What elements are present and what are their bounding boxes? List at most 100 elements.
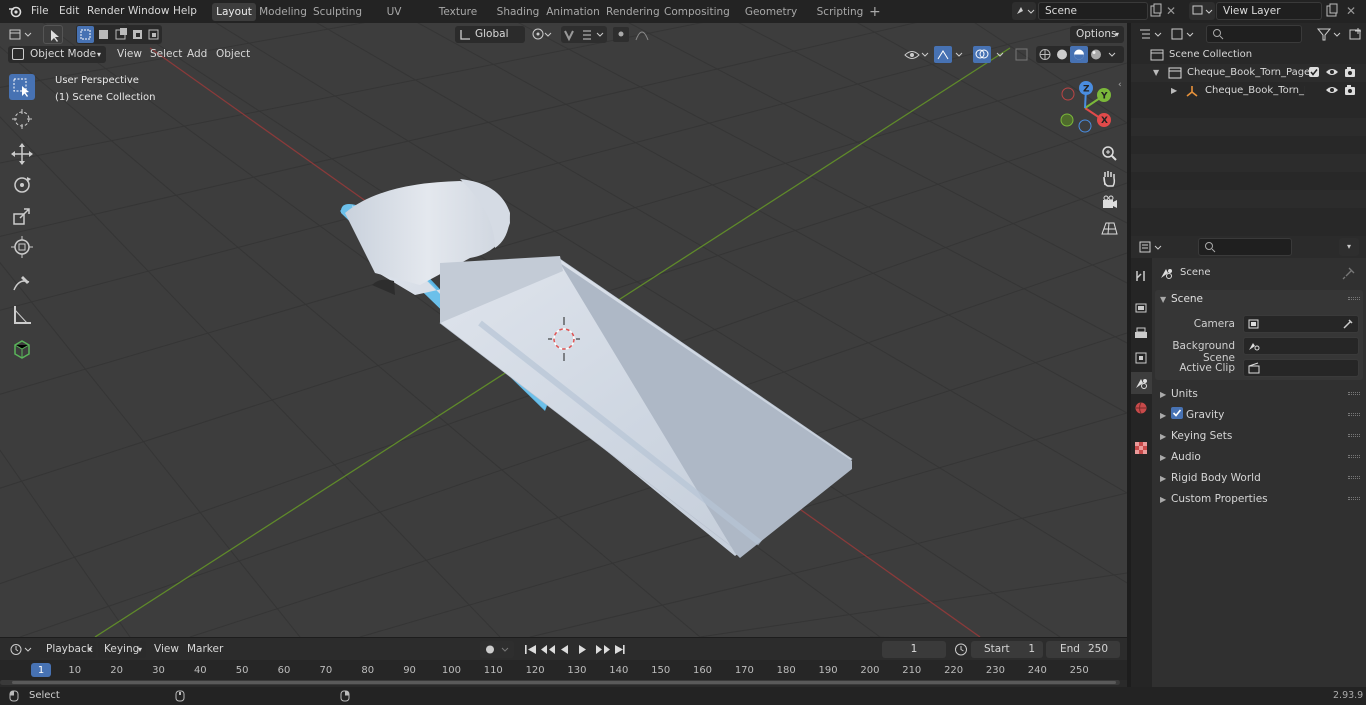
gravity-panel-title[interactable]: Gravity	[1186, 409, 1224, 421]
delete-scene-icon[interactable]: ✕	[1166, 3, 1180, 19]
texture-tab-icon[interactable]	[1133, 440, 1149, 456]
menu-select[interactable]: Select	[150, 48, 182, 60]
scene-selector-button[interactable]	[1012, 2, 1036, 20]
xray-toggle-icon[interactable]	[1013, 46, 1031, 63]
view-layer-field[interactable]: View Layer	[1216, 2, 1322, 20]
active-clip-field[interactable]	[1243, 359, 1359, 377]
tab-sculpting[interactable]: Sculpting	[313, 3, 362, 21]
drag-handle-icon[interactable]	[1348, 297, 1360, 300]
pan-hand-icon[interactable]	[1098, 167, 1120, 189]
drag-handle-icon[interactable]	[1348, 413, 1360, 416]
tab-scripting[interactable]: Scripting	[816, 3, 864, 21]
visibility-filter-icon[interactable]	[903, 46, 931, 63]
units-panel-title[interactable]: Units	[1171, 388, 1198, 400]
render-tab-icon[interactable]	[1133, 300, 1149, 316]
new-collection-icon[interactable]	[1348, 26, 1364, 43]
select-box-tool[interactable]	[9, 74, 35, 100]
menu-add[interactable]: Add	[187, 48, 207, 60]
rigid-body-world-panel-title[interactable]: Rigid Body World	[1171, 472, 1261, 484]
add-cube-tool[interactable]	[9, 336, 35, 362]
select-tool-mode-icon[interactable]	[43, 25, 63, 44]
zoom-icon[interactable]	[1098, 142, 1120, 164]
menu-render[interactable]: Render	[87, 4, 124, 19]
view-layer-tab-icon[interactable]	[1133, 350, 1149, 366]
keying-sets-panel-title[interactable]: Keying Sets	[1171, 430, 1232, 442]
exclude-checkbox[interactable]	[1309, 67, 1319, 77]
object-visibility-eye-icon[interactable]	[1325, 84, 1339, 96]
menu-file[interactable]: File	[31, 4, 49, 19]
cursor-tool[interactable]	[9, 106, 35, 132]
timeline-menu-marker[interactable]: Marker	[187, 643, 223, 655]
timeline-scrollbar[interactable]	[0, 680, 1120, 685]
3d-viewport[interactable]	[0, 23, 1127, 637]
selection-mode-group[interactable]	[76, 25, 162, 44]
background-scene-field[interactable]	[1243, 337, 1359, 355]
proportional-editing-icon[interactable]	[612, 26, 658, 43]
delete-view-layer-icon[interactable]: ✕	[1346, 3, 1360, 19]
keying-dropdown[interactable]: Keying ▾	[98, 641, 146, 658]
sidebar-toggle-icon[interactable]: ‹	[1118, 80, 1126, 92]
current-frame-field[interactable]: 1	[882, 641, 946, 658]
editor-type-button[interactable]	[8, 26, 36, 43]
drag-handle-icon[interactable]	[1348, 434, 1360, 437]
start-frame-field[interactable]: Start 1	[971, 641, 1043, 658]
custom-properties-expand-icon[interactable]: ▶	[1160, 495, 1166, 504]
properties-options-chevron-icon[interactable]: ▾	[1339, 238, 1359, 256]
tab-texture-paint[interactable]: Texture Paint	[426, 3, 490, 36]
eyedropper-icon[interactable]	[1342, 318, 1354, 330]
annotate-tool[interactable]	[9, 270, 35, 296]
outliner-search-input[interactable]	[1206, 25, 1302, 43]
move-tool[interactable]	[9, 141, 35, 167]
drag-handle-icon[interactable]	[1348, 476, 1360, 479]
blender-logo-icon[interactable]	[8, 5, 22, 18]
output-tab-icon[interactable]	[1133, 325, 1149, 341]
menu-object[interactable]: Object	[216, 48, 250, 60]
rotate-tool[interactable]	[9, 172, 35, 198]
keying-sets-expand-icon[interactable]: ▶	[1160, 432, 1166, 441]
outliner-editor-type-button[interactable]	[1138, 26, 1166, 43]
tab-layout[interactable]: Layout	[212, 3, 256, 21]
transform-tool[interactable]	[9, 234, 35, 260]
menu-help[interactable]: Help	[173, 4, 197, 19]
scene-name-field[interactable]: Scene	[1038, 2, 1148, 20]
navigation-gizmo[interactable]: X Y Z	[1055, 80, 1115, 135]
pin-icon[interactable]	[1342, 266, 1356, 280]
drag-handle-icon[interactable]	[1348, 455, 1360, 458]
end-frame-field[interactable]: End 250	[1046, 641, 1120, 658]
object-expand-icon[interactable]: ▶	[1171, 86, 1177, 95]
snap-toggle-icon[interactable]	[561, 26, 607, 43]
gravity-expand-icon[interactable]: ▶	[1160, 411, 1166, 420]
shading-mode-group[interactable]	[1036, 46, 1124, 63]
scene-panel-title[interactable]: Scene	[1171, 293, 1203, 305]
collection-expand-icon[interactable]: ▼	[1153, 68, 1159, 77]
ortho-grid-icon[interactable]	[1098, 217, 1120, 239]
tab-modeling[interactable]: Modeling	[259, 3, 307, 21]
drag-handle-icon[interactable]	[1348, 497, 1360, 500]
menu-edit[interactable]: Edit	[59, 4, 79, 19]
render-camera-icon[interactable]	[1343, 66, 1357, 78]
pivot-point-icon[interactable]	[530, 26, 554, 43]
cheque-book-object[interactable]	[340, 179, 853, 558]
tab-animation[interactable]: Animation	[546, 3, 600, 21]
tab-shading[interactable]: Shading	[496, 3, 540, 21]
scale-tool[interactable]	[9, 203, 35, 229]
tab-uv-editing[interactable]: UV Editing	[367, 3, 421, 36]
object-render-camera-icon[interactable]	[1343, 84, 1357, 96]
outliner-filter-icon[interactable]	[1316, 26, 1344, 43]
record-button[interactable]	[480, 641, 514, 658]
properties-search-input[interactable]	[1198, 238, 1292, 256]
drag-handle-icon[interactable]	[1348, 392, 1360, 395]
playback-dropdown[interactable]: Playback ▾	[40, 641, 96, 658]
measure-tool[interactable]	[9, 302, 35, 328]
visibility-eye-icon[interactable]	[1325, 66, 1339, 78]
properties-editor-type-button[interactable]	[1138, 239, 1166, 256]
tab-geometry-nodes[interactable]: Geometry Nodes	[732, 3, 810, 36]
new-scene-icon[interactable]	[1148, 3, 1164, 19]
scene-panel-expand-icon[interactable]: ▼	[1160, 295, 1166, 304]
view-layer-selector-button[interactable]	[1189, 2, 1215, 20]
add-workspace-icon[interactable]: +	[869, 4, 883, 20]
custom-properties-panel-title[interactable]: Custom Properties	[1171, 493, 1268, 505]
tab-compositing[interactable]: Compositing	[664, 3, 730, 21]
options-dropdown[interactable]: Options ▾	[1070, 26, 1124, 43]
overlays-toggle-icon[interactable]	[972, 46, 1008, 63]
